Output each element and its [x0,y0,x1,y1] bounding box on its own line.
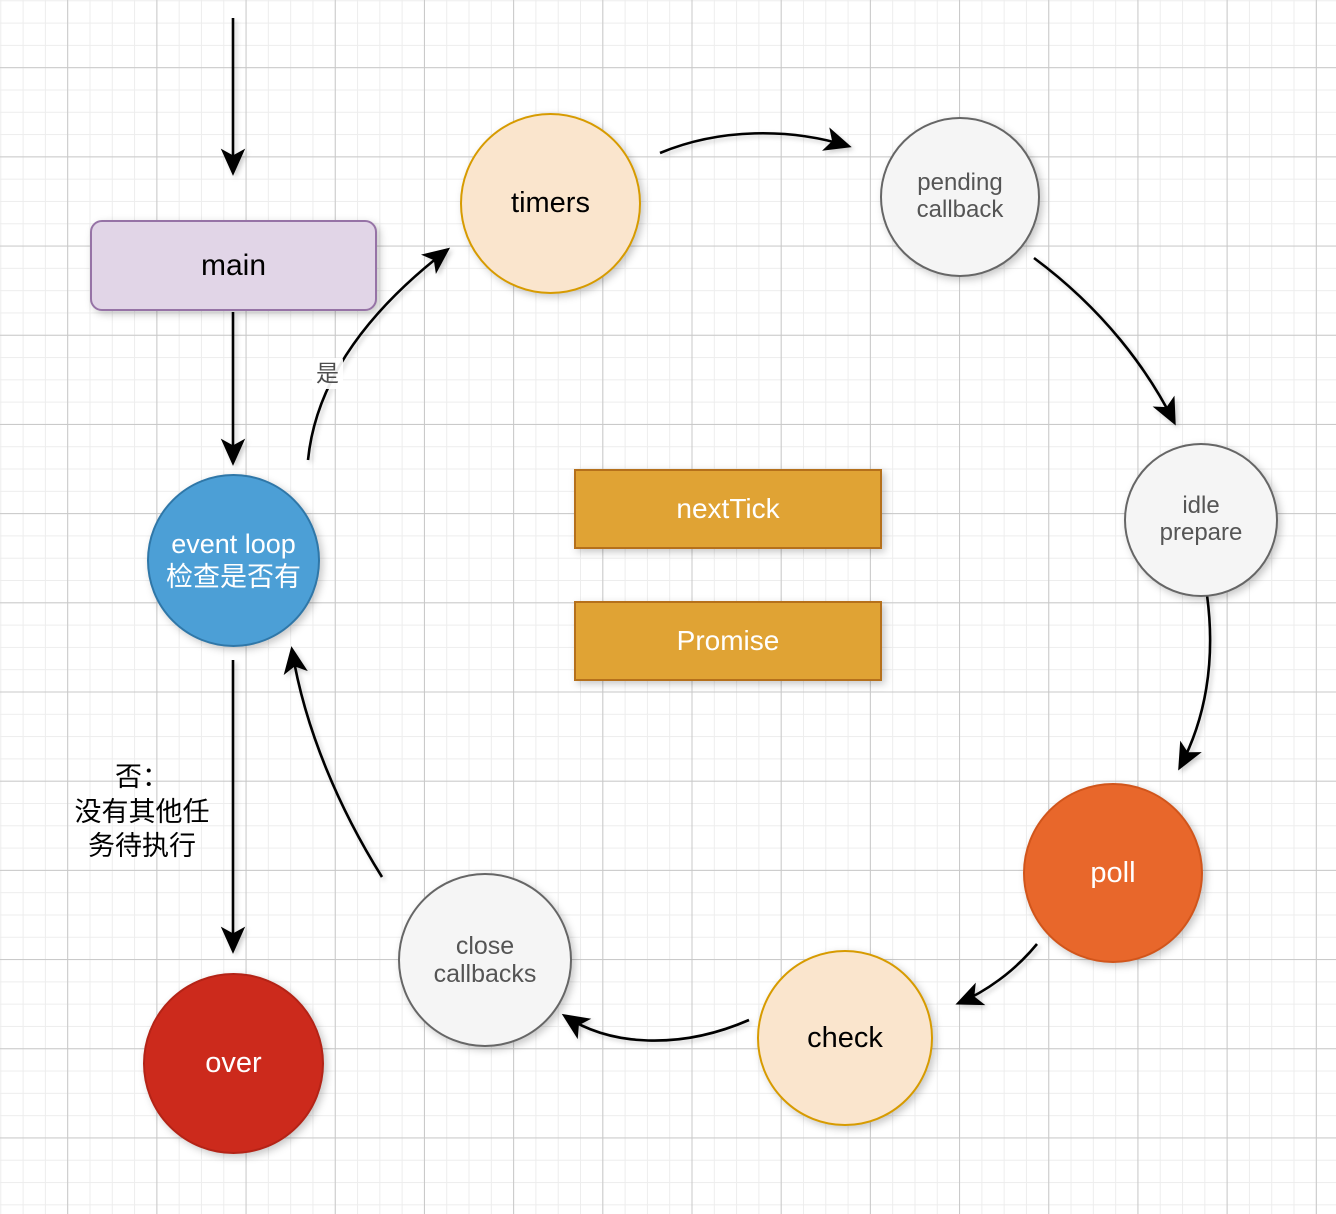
node-check-label: check [807,1021,883,1054]
node-pending-callback[interactable]: pending callback [880,117,1040,277]
node-pending-callback-label-line1: pending [917,169,1003,197]
node-idle-prepare-label-line1: idle [1182,492,1220,520]
node-main-label: main [200,248,267,282]
node-close-callbacks-label-line1: close [455,932,515,960]
edge-label-no: 否： 没有其他任 务待执行 [74,762,210,862]
edge-label-yes: 是 [312,358,343,390]
node-check[interactable]: check [757,950,933,1126]
edge-check-to-close [561,1013,750,1042]
edge-close-to-eventloop [283,646,384,878]
node-promise[interactable]: Promise [574,601,882,681]
node-event-loop[interactable]: event loop 检查是否有 [147,474,320,647]
node-promise-label: Promise [676,625,780,657]
edge-idle-to-poll [1178,594,1212,771]
node-main[interactable]: main [90,220,377,311]
node-timers-label: timers [511,187,590,220]
node-close-callbacks[interactable]: close callbacks [398,873,572,1047]
node-event-loop-label-line2: 检查是否有 [166,561,301,592]
node-event-loop-label-line1: event loop [171,529,296,560]
node-next-tick[interactable]: nextTick [574,469,882,549]
node-over[interactable]: over [143,973,324,1154]
node-close-callbacks-label-line2: callbacks [433,960,537,988]
edge-poll-to-check [955,943,1039,1006]
node-over-label: over [205,1047,262,1080]
diagram-canvas: main event loop 检查是否有 over timers pendin… [0,0,1336,1214]
node-idle-prepare[interactable]: idle prepare [1124,443,1278,597]
node-poll[interactable]: poll [1023,783,1203,963]
edge-pending-to-idle [1033,256,1176,426]
node-pending-callback-label-line2: callback [916,196,1004,223]
node-next-tick-label: nextTick [676,493,780,525]
node-poll-label: poll [1090,856,1136,889]
node-idle-prepare-label-line2: prepare [1159,519,1243,546]
node-timers[interactable]: timers [460,113,641,294]
edge-timers-to-pending [659,127,852,155]
